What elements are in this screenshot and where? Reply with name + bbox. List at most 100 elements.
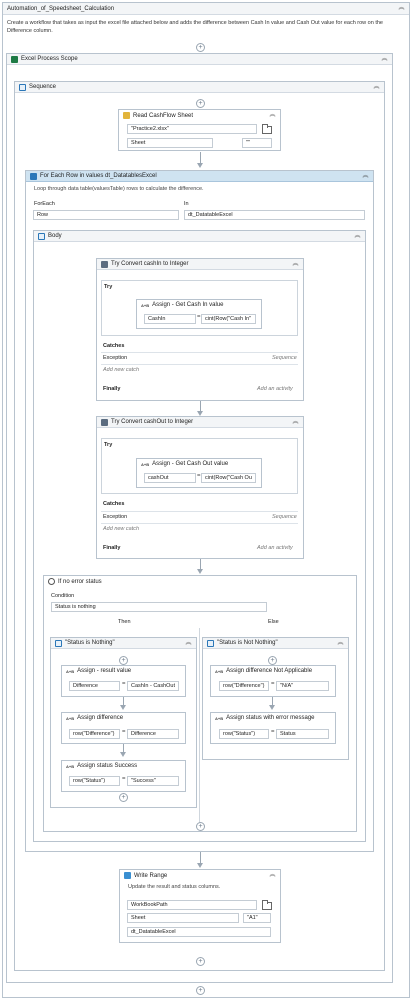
write-range-header[interactable]: Write Range ︽	[120, 870, 280, 881]
try-cashin-header[interactable]: Try Convert cashIn to Integer ︽	[97, 259, 303, 270]
sequence-icon	[38, 232, 45, 240]
workbook-path-input[interactable]: "Practice2.xlsx"	[127, 124, 257, 134]
body-header[interactable]: Body ︽	[34, 231, 365, 242]
collapse-chevron-up-icon[interactable]: ︽	[398, 5, 405, 12]
assign-to-input[interactable]: row("Difference")	[69, 729, 120, 739]
collapse-chevron-up-icon[interactable]: ︽	[292, 419, 299, 426]
add-an-activity-link[interactable]: Add an activity	[257, 386, 293, 392]
add-activity-plus-icon[interactable]: +	[196, 957, 205, 966]
assign-value-input[interactable]: CashIn - CashOut	[127, 681, 179, 691]
catches-label: Catches	[103, 343, 125, 349]
divider	[101, 511, 298, 512]
flow-arrow	[197, 852, 203, 868]
assign-icon: A+B	[215, 668, 224, 674]
workbook-path-input[interactable]: WorkBookPath	[127, 900, 257, 910]
assign-cashout-title: Assign - Get Cash Out value	[152, 461, 229, 467]
assign-value-input[interactable]: Status	[276, 729, 329, 739]
workflow-header[interactable]: Automation_of_Speedsheet_Calculation ︽	[3, 3, 409, 15]
sequence-header[interactable]: Sequence ︽	[15, 82, 384, 93]
assign-value-input[interactable]: "N/A"	[276, 681, 329, 691]
range-input[interactable]: ""	[242, 138, 272, 148]
assign-cashin-title: Assign - Get Cash In value	[152, 302, 224, 308]
collapse-chevron-up-icon[interactable]: ︽	[269, 112, 276, 119]
datatable-input[interactable]: dt_DatatableExcel	[127, 927, 271, 937]
add-an-activity-link[interactable]: Add an activity	[257, 545, 293, 551]
loop-icon	[30, 172, 37, 180]
add-new-catch-link[interactable]: Add new catch	[103, 367, 139, 373]
collapse-chevron-up-icon[interactable]: ︽	[292, 261, 299, 268]
add-activity-plus-icon[interactable]: +	[196, 986, 205, 995]
collapse-chevron-up-icon[interactable]: ︽	[337, 640, 344, 647]
assign-value-input[interactable]: cint(Row("Cash Ou	[201, 473, 256, 483]
workflow-title: Automation_of_Speedsheet_Calculation	[7, 5, 115, 12]
if-decision-icon	[48, 578, 55, 585]
assign-header: A+B Assign - result value	[62, 666, 185, 676]
assign-icon: A+B	[215, 715, 224, 721]
assign-difference[interactable]: A+B Assign difference	[61, 712, 186, 744]
browse-folder-icon[interactable]	[262, 124, 272, 134]
exception-label[interactable]: Exception	[103, 514, 127, 520]
browse-folder-icon[interactable]	[262, 900, 272, 910]
then-seq-title: "Status is Nothing"	[65, 640, 115, 646]
in-collection-input[interactable]: dt_DatatableExcel	[184, 210, 365, 220]
assign-value-input[interactable]: "Success"	[127, 776, 179, 786]
then-seq-header[interactable]: "Status is Nothing" ︽	[51, 638, 196, 649]
foreach-label: ForEach	[34, 201, 55, 207]
try-catch-icon	[101, 260, 108, 268]
assign-icon: A+B	[141, 302, 150, 308]
collapse-chevron-up-icon[interactable]: ︽	[362, 173, 369, 180]
sequence-title: Sequence	[29, 84, 57, 90]
add-activity-plus-icon[interactable]: +	[119, 656, 128, 665]
else-seq-header[interactable]: "Status is Not Nothing" ︽	[203, 638, 348, 649]
try-label: Try	[104, 442, 113, 448]
assign-value-input[interactable]: Difference	[127, 729, 179, 739]
add-activity-plus-icon[interactable]: +	[196, 43, 205, 52]
assign-na-title: Assign difference Not Applicable	[226, 668, 313, 674]
assign-to-input[interactable]: Difference	[69, 681, 120, 691]
collapse-chevron-up-icon[interactable]: ︽	[269, 872, 276, 879]
start-cell-input[interactable]: "A1"	[243, 913, 271, 923]
add-activity-plus-icon[interactable]: +	[119, 793, 128, 802]
condition-input[interactable]: Status is nothing	[51, 602, 267, 612]
body-title: Body	[48, 233, 62, 239]
try-catch-icon	[101, 418, 108, 426]
assign-to-input[interactable]: cashOut	[144, 473, 196, 483]
sheet-name-input[interactable]: Sheet	[127, 138, 213, 148]
add-activity-plus-icon[interactable]: +	[196, 99, 205, 108]
foreach-variable-input[interactable]: Row	[33, 210, 179, 220]
add-activity-plus-icon[interactable]: +	[268, 656, 277, 665]
assign-header: A+B Assign status with error message	[211, 713, 335, 723]
assign-to-input[interactable]: CashIn	[144, 314, 196, 324]
if-header[interactable]: If no error status	[44, 576, 356, 587]
excel-scope-header[interactable]: Excel Process Scope ︽	[7, 54, 392, 65]
assign-value-input[interactable]: cint(Row("Cash In"	[201, 314, 256, 324]
assign-to-input[interactable]: row("Status")	[219, 729, 269, 739]
sheet-name-input[interactable]: Sheet	[127, 913, 239, 923]
assign-header: A+B Assign - Get Cash Out value	[137, 459, 261, 469]
collapse-chevron-up-icon[interactable]: ︽	[381, 56, 388, 63]
assign-icon: A+B	[66, 763, 75, 769]
exception-label[interactable]: Exception	[103, 355, 127, 361]
assign-difference-title: Assign difference	[77, 715, 124, 721]
collapse-chevron-up-icon[interactable]: ︽	[354, 233, 361, 240]
collapse-chevron-up-icon[interactable]: ︽	[185, 640, 192, 647]
equals-sign: =	[122, 729, 126, 735]
catch-sequence-label[interactable]: Sequence	[272, 514, 297, 520]
assign-to-input[interactable]: row("Status")	[69, 776, 120, 786]
add-new-catch-link[interactable]: Add new catch	[103, 526, 139, 532]
condition-label: Condition	[51, 593, 75, 599]
catch-sequence-label[interactable]: Sequence	[272, 355, 297, 361]
read-sheet-header[interactable]: Read CashFlow Sheet ︽	[119, 110, 280, 121]
assign-status-error[interactable]: A+B Assign status with error message	[210, 712, 336, 744]
write-range-description: Update the result and status columns.	[128, 884, 221, 890]
add-activity-plus-icon[interactable]: +	[196, 822, 205, 831]
for-each-header[interactable]: For Each Row in values dt_DatatablesExce…	[26, 171, 373, 182]
assign-to-input[interactable]: row("Difference")	[219, 681, 269, 691]
catches-label: Catches	[103, 501, 125, 507]
in-label: In	[184, 201, 189, 207]
collapse-chevron-up-icon[interactable]: ︽	[373, 84, 380, 91]
assign-icon: A+B	[141, 461, 150, 467]
divider	[101, 523, 298, 524]
assign-success-title: Assign status Success	[77, 763, 138, 769]
try-cashout-header[interactable]: Try Convert cashOut to Integer ︽	[97, 417, 303, 428]
